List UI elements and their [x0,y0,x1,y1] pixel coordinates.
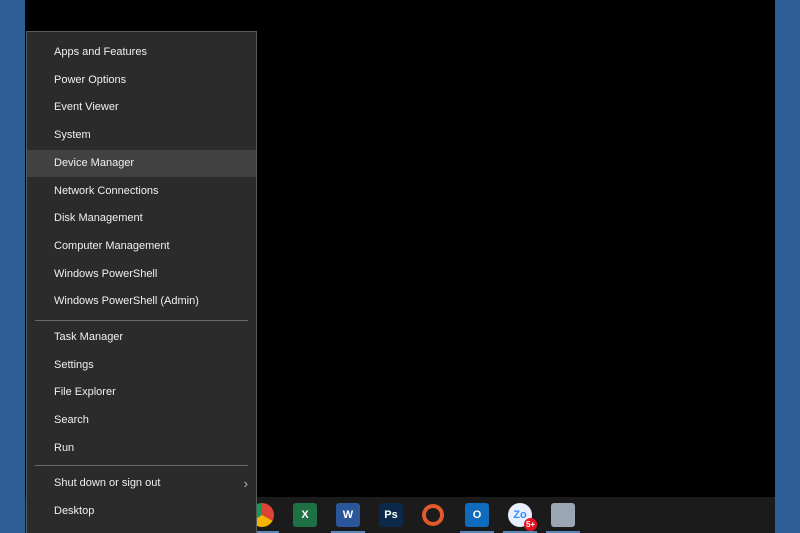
menu-item-label: Power Options [54,74,127,86]
menu-item-label: File Explorer [54,386,116,398]
menu-item-label: Windows PowerShell [54,268,158,280]
menu-item-label: Search [54,414,89,426]
menu-item-label: Event Viewer [54,101,119,113]
menu-item-device-manager[interactable]: Device Manager [27,150,256,177]
menu-separator [35,465,248,466]
menu-item-run[interactable]: Run [27,435,256,462]
menu-item-task-manager[interactable]: Task Manager [27,324,256,351]
app-ring-icon[interactable] [422,504,444,526]
menu-item-disk-management[interactable]: Disk Management [27,205,256,232]
menu-item-file-explorer[interactable]: File Explorer [27,379,256,406]
menu-item-label: Apps and Features [54,46,147,58]
menu-item-apps-and-features[interactable]: Apps and Features [27,39,256,66]
menu-item-search[interactable]: Search [27,407,256,434]
menu-item-label: Device Manager [54,157,135,169]
taskbar-icon-text: W [342,509,354,521]
menu-item-computer-management[interactable]: Computer Management [27,233,256,260]
menu-item-shut-down-or-sign-out[interactable]: Shut down or sign out › [27,470,256,497]
taskbar-icon-text: X [301,509,309,521]
menu-item-label: Computer Management [54,240,170,252]
word-icon[interactable]: W [336,503,360,527]
power-user-menu: Apps and Features Power Options Event View… [26,31,257,533]
menu-item-network-connections[interactable]: Network Connections [27,178,256,205]
menu-item-windows-powershell[interactable]: Windows PowerShell [27,261,256,288]
menu-item-label: Settings [54,359,94,371]
outlook-icon[interactable]: O [465,503,489,527]
menu-separator [35,320,248,321]
taskbar-icon-text: Ps [384,509,398,521]
notification-badge: 5+ [524,518,537,531]
zoom-icon[interactable]: Zo 5+ [508,503,537,531]
menu-item-settings[interactable]: Settings [27,352,256,379]
menu-item-label: Network Connections [54,185,159,197]
menu-item-event-viewer[interactable]: Event Viewer [27,94,256,121]
menu-item-label: Desktop [54,505,95,517]
menu-item-windows-powershell-admin[interactable]: Windows PowerShell (Admin) [27,288,256,315]
menu-item-system[interactable]: System [27,122,256,149]
excel-icon[interactable]: X [293,503,317,527]
photoshop-icon[interactable]: Ps [379,503,403,527]
menu-item-label: Task Manager [54,331,124,343]
menu-item-label: Run [54,442,75,454]
menu-item-desktop[interactable]: Desktop [27,498,256,525]
monitor-icon[interactable] [551,503,575,527]
menu-item-power-options[interactable]: Power Options [27,67,256,94]
taskbar-icon-text: O [472,509,482,521]
menu-item-label: System [54,129,91,141]
chevron-right-icon: › [243,476,248,491]
menu-item-label: Shut down or sign out [54,477,161,489]
menu-item-label: Windows PowerShell (Admin) [54,295,199,307]
menu-item-label: Disk Management [54,212,143,224]
